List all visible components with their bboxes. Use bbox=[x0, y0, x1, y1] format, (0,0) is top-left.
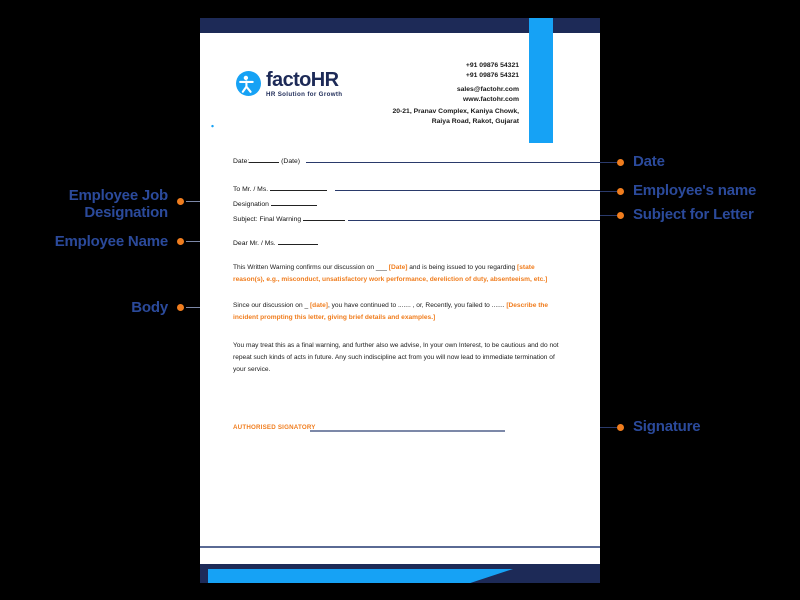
annotation-employees-name: Employee's name bbox=[633, 182, 757, 200]
annotation-dot-body bbox=[177, 304, 184, 311]
recipient-label: To Mr. / Ms. bbox=[233, 186, 269, 193]
paragraph-1-text-2: and is being issued to you regarding bbox=[407, 264, 518, 271]
date-label: Date: bbox=[233, 158, 250, 165]
contact-address: 20-21, Pranav Complex, Kaniya Chowk, Rai… bbox=[392, 107, 519, 126]
subject-label: Subject: Final Warning bbox=[233, 216, 302, 223]
salutation-label: Dear Mr. / Ms. bbox=[233, 240, 276, 247]
body-paragraph-3: You may treat this as a final warning, a… bbox=[233, 342, 559, 374]
annotation-label-text: Date bbox=[633, 153, 665, 170]
annotation-dot-signature bbox=[617, 424, 624, 431]
designation-blank[interactable] bbox=[270, 205, 317, 206]
footer-thin-rule bbox=[200, 546, 600, 548]
annotation-line-1: Employee Job bbox=[68, 187, 168, 204]
website: www.factohr.com bbox=[462, 95, 519, 103]
annotation-connector-employees-name bbox=[600, 191, 617, 193]
letterhead-page: factoHR HR Solution for Growth +91 09876… bbox=[200, 18, 600, 583]
brand-logo: factoHR HR Solution for Growth bbox=[236, 70, 342, 98]
annotation-connector-subject-for-letter bbox=[600, 215, 617, 217]
annotation-line-2: Designation bbox=[84, 203, 168, 221]
date-rule bbox=[306, 162, 600, 164]
phone-icon bbox=[200, 66, 224, 77]
address-line-2: Raiya Road, Rakot, Gujarat bbox=[431, 117, 519, 125]
signature-rule bbox=[310, 430, 505, 432]
subject-field: Subject: Final Warning bbox=[233, 216, 346, 223]
annotation-dot-employees-name bbox=[617, 188, 624, 195]
subject-blank[interactable] bbox=[303, 220, 346, 221]
annotation-line-1: Employee Name bbox=[54, 233, 168, 250]
annotation-signature: Signature bbox=[633, 418, 701, 436]
paragraph-1-highlight-1: [Date] bbox=[388, 264, 408, 271]
annotation-subject-for-letter: Subject for Letter bbox=[633, 206, 754, 224]
annotation-dot-employee-job-designation bbox=[177, 198, 184, 205]
annotation-label-text: Signature bbox=[633, 418, 701, 435]
authorised-signatory-label: AUTHORISED SIGNATORY bbox=[233, 424, 316, 431]
annotation-connector-date bbox=[600, 162, 617, 164]
contact-web: sales@factohr.com www.factohr.com bbox=[457, 85, 519, 104]
annotation-line-1: Body bbox=[131, 299, 168, 316]
paragraph-2-highlight-1: [date] bbox=[309, 302, 328, 309]
salutation-field: Dear Mr. / Ms. bbox=[233, 240, 318, 247]
annotation-dot-employee-name bbox=[177, 238, 184, 245]
annotation-label-text: Employee's name bbox=[633, 182, 757, 199]
date-hint: (Date) bbox=[281, 158, 301, 165]
annotation-body: Body bbox=[131, 299, 168, 317]
address-line-1: 20-21, Pranav Complex, Kaniya Chowk, bbox=[392, 108, 519, 115]
subject-rule bbox=[348, 220, 600, 222]
annotation-employee-name: Employee Name bbox=[54, 233, 168, 251]
designation-field: Designation bbox=[233, 201, 317, 208]
email: sales@factohr.com bbox=[456, 86, 519, 93]
brand-name: factoHR bbox=[266, 69, 339, 91]
paragraph-1-text-1: This Written Warning confirms our discus… bbox=[233, 264, 389, 271]
date-field: Date: (Date) bbox=[233, 158, 300, 165]
phone-2: +91 09876 54321 bbox=[465, 71, 519, 79]
body-paragraph-1: This Written Warning confirms our discus… bbox=[233, 262, 561, 286]
brand-tagline: HR Solution for Growth bbox=[266, 90, 343, 98]
contact-icon-strip bbox=[529, 18, 553, 143]
annotation-dot-subject-for-letter bbox=[617, 212, 624, 219]
contact-phones: +91 09876 54321 +91 09876 54321 bbox=[466, 61, 519, 80]
phone-1: +91 09876 54321 bbox=[465, 62, 519, 69]
recipient-rule bbox=[335, 190, 600, 192]
recipient-field: To Mr. / Ms. bbox=[233, 186, 328, 193]
footer-blue-band bbox=[208, 569, 513, 583]
location-pin-icon bbox=[200, 122, 224, 133]
globe-icon bbox=[200, 94, 224, 105]
annotation-connector-signature bbox=[600, 427, 617, 429]
recipient-blank[interactable] bbox=[270, 190, 328, 191]
designation-label: Designation bbox=[233, 201, 269, 208]
annotation-dot-date bbox=[617, 159, 624, 166]
body-paragraph-2: Since our discussion on _ [date], you ha… bbox=[233, 300, 561, 324]
annotation-date: Date bbox=[633, 153, 665, 171]
date-blank[interactable] bbox=[249, 162, 280, 163]
factohr-logo-mark bbox=[236, 71, 261, 97]
salutation-blank[interactable] bbox=[277, 244, 318, 245]
paragraph-2-text-1: Since our discussion on _ bbox=[233, 302, 310, 309]
annotation-label-text: Subject for Letter bbox=[633, 206, 754, 223]
paragraph-2-text-2: , you have continued to ....... , or, Re… bbox=[327, 302, 507, 309]
annotation-employee-job-designation: Employee Job Designation bbox=[68, 187, 168, 222]
